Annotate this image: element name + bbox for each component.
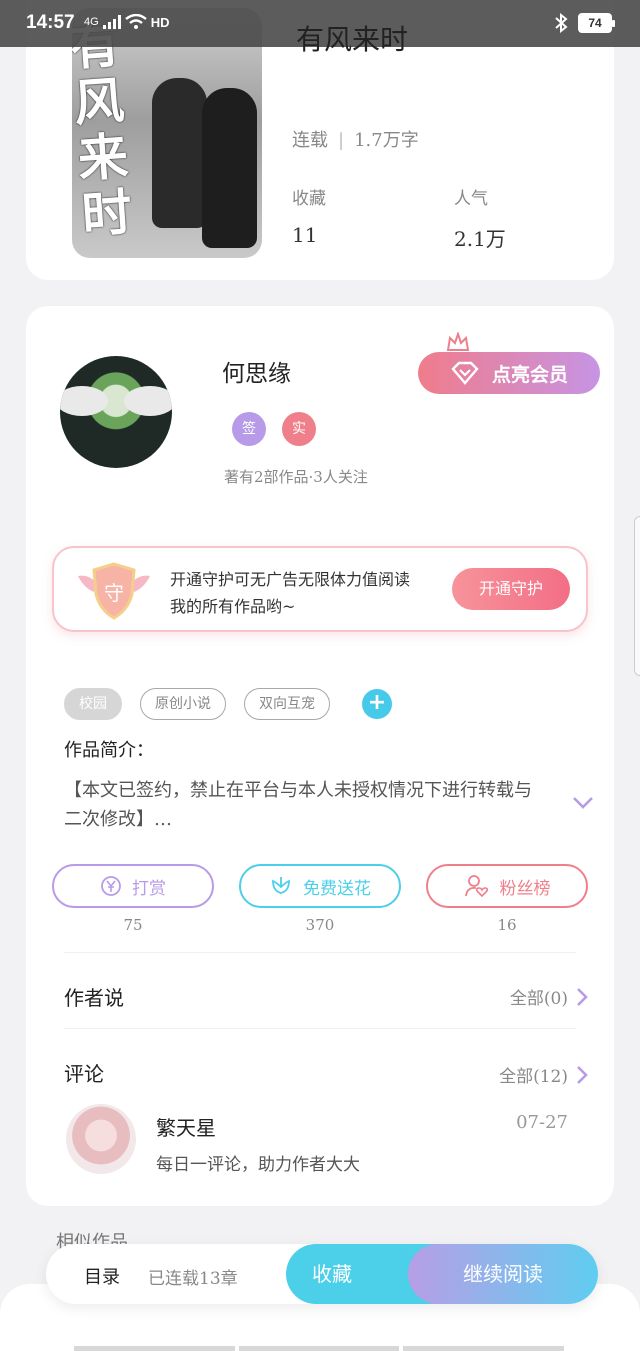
network-indicator: 4G HD xyxy=(84,14,169,30)
comments-more[interactable]: 全部(12) xyxy=(499,1062,588,1087)
reward-label: 打赏 xyxy=(132,878,166,898)
chevron-right-icon xyxy=(577,987,588,1006)
add-tag-button[interactable]: + xyxy=(362,689,392,719)
comments-count: 全部(12) xyxy=(499,1067,568,1087)
author-name: 何思缘 xyxy=(222,361,291,387)
intro-label: 作品简介： xyxy=(64,740,154,761)
collect-value: 11 xyxy=(292,223,318,247)
guard-shield-icon: 守 xyxy=(78,562,150,620)
send-flower-label: 免费送花 xyxy=(303,878,371,898)
signed-badge: 签 xyxy=(232,412,266,446)
fans-icon xyxy=(464,875,488,898)
guard-text: 开通守护可无广告无限体力值阅读我的所有作品哟~ xyxy=(170,570,411,616)
status-time: 14:57 xyxy=(26,12,75,33)
author-says-more[interactable]: 全部(0) xyxy=(510,984,588,1009)
yuan-icon xyxy=(101,876,121,896)
wifi-icon xyxy=(124,14,147,29)
popularity-value: 2.1万 xyxy=(454,227,506,251)
signal-icon xyxy=(102,15,121,29)
battery-indicator: 74 xyxy=(578,13,615,33)
book-title: 有风来时 xyxy=(296,23,409,56)
collect-stat: 收藏 11 xyxy=(292,184,326,247)
fans-rank-label: 粉丝榜 xyxy=(499,878,551,898)
chevron-down-icon[interactable] xyxy=(572,796,594,810)
author-stats: 著有2部作品·3人关注 xyxy=(224,468,368,486)
book-meta: 连载 | 1.7万字 xyxy=(292,130,419,151)
crown-icon xyxy=(446,332,470,351)
cover-figure-right xyxy=(202,88,257,248)
commenter-name[interactable]: 繁天星 xyxy=(156,1112,216,1141)
chevron-right-icon xyxy=(577,1065,588,1084)
placeholder-lines xyxy=(74,1346,565,1351)
popularity-label: 人气 xyxy=(454,189,488,209)
author-says-count: 全部(0) xyxy=(509,989,568,1009)
avatar-wing-right xyxy=(124,386,172,416)
cover-figure-left xyxy=(152,78,207,228)
commenter-avatar[interactable] xyxy=(66,1104,136,1174)
hd-indicator: HD xyxy=(150,14,170,30)
popularity-stat: 人气 2.1万 xyxy=(454,184,506,252)
chapter-count: 已连载13章 xyxy=(148,1269,238,1289)
vip-button[interactable]: 点亮会员 xyxy=(418,352,600,394)
author-card: 何思缘 签 实 著有2部作品·3人关注 点亮会员 守 开通守护可无广告无限体力值… xyxy=(26,306,614,1206)
comment-text: 每日一评论，助力作者大大 xyxy=(156,1155,360,1175)
guard-shield-char: 守 xyxy=(104,581,124,605)
fans-count: 16 xyxy=(497,916,517,934)
vip-button-label: 点亮会员 xyxy=(491,364,568,386)
network-type: 4G xyxy=(84,16,99,28)
bottom-action-bar: 目录 已连载13章 收藏 继续阅读 xyxy=(46,1244,598,1304)
author-avatar[interactable] xyxy=(60,356,172,468)
avatar-wing-left xyxy=(60,386,108,416)
comments-title: 评论 xyxy=(64,1062,104,1086)
real-name-badge: 实 xyxy=(282,412,316,446)
reward-count: 75 xyxy=(123,916,143,934)
book-status: 连载 xyxy=(292,130,328,151)
open-guard-button[interactable]: 开通守护 xyxy=(452,568,570,610)
book-word-count: 1.7万字 xyxy=(354,130,419,151)
tag-item[interactable]: 校园 xyxy=(64,688,122,720)
guard-banner[interactable]: 守 开通守护可无广告无限体力值阅读我的所有作品哟~ 开通守护 xyxy=(52,546,588,632)
bluetooth-icon xyxy=(555,13,568,33)
tag-item[interactable]: 双向互宠 xyxy=(244,688,330,720)
diamond-icon xyxy=(451,361,479,385)
divider xyxy=(64,1028,576,1029)
send-flower-button[interactable]: 免费送花 xyxy=(239,864,401,908)
fans-rank-button[interactable]: 粉丝榜 xyxy=(426,864,588,908)
cover-title: 有风来时 xyxy=(72,15,134,245)
reward-button[interactable]: 打赏 xyxy=(52,864,214,908)
flower-icon xyxy=(272,877,290,894)
toc-button[interactable]: 目录 xyxy=(84,1263,120,1289)
intro-text: 【本文已签约，禁止在平台与本人未授权情况下进行转载与二次修改】… xyxy=(64,780,532,830)
continue-reading-button[interactable]: 继续阅读 xyxy=(408,1244,598,1304)
side-drawer-handle[interactable] xyxy=(634,516,640,676)
flower-count: 370 xyxy=(305,916,335,934)
comment-date: 07-27 xyxy=(516,1112,568,1133)
divider xyxy=(64,952,576,953)
tag-item[interactable]: 原创小说 xyxy=(140,688,226,720)
author-says-title: 作者说 xyxy=(64,986,124,1010)
collect-label: 收藏 xyxy=(292,189,326,209)
tag-list: 校园 原创小说 双向互宠 + xyxy=(64,688,392,720)
